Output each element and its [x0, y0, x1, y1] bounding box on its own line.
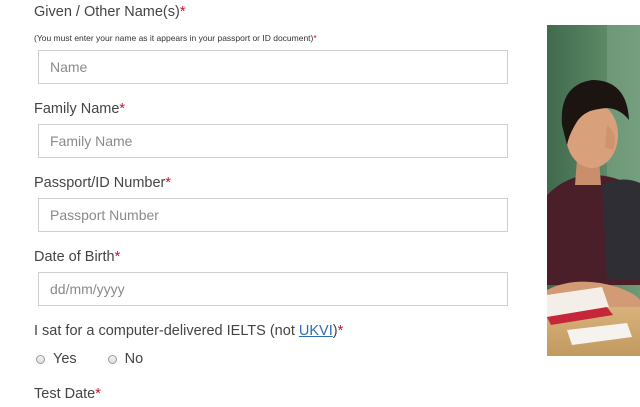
radio-button-no[interactable]	[107, 354, 117, 364]
required-asterisk: *	[337, 323, 344, 339]
ukvi-link[interactable]: UKVI	[299, 323, 333, 339]
required-asterisk: *	[179, 4, 186, 20]
student-photo	[547, 25, 640, 356]
given-name-input[interactable]	[38, 50, 508, 84]
given-name-label-text: Given / Other Name(s)	[34, 4, 180, 20]
given-name-hint-text: (You must enter your name as it appears …	[34, 33, 314, 43]
passport-number-input[interactable]	[38, 198, 508, 232]
family-name-input[interactable]	[38, 124, 508, 158]
test-date-label: Test Date*	[34, 386, 101, 402]
dob-label: Date of Birth*	[34, 249, 120, 265]
required-asterisk: *	[95, 386, 101, 402]
required-asterisk: *	[313, 33, 317, 43]
family-name-label-text: Family Name	[34, 101, 120, 117]
computer-ielts-label: I sat for a computer-delivered IELTS (no…	[34, 323, 343, 339]
family-name-label: Family Name*	[34, 101, 125, 117]
computer-ielts-radio-group: Yes No	[36, 351, 174, 367]
test-date-label-text: Test Date	[34, 386, 96, 402]
date-of-birth-input[interactable]	[38, 272, 508, 306]
required-asterisk: *	[165, 175, 172, 191]
required-asterisk: *	[114, 249, 121, 265]
dob-label-text: Date of Birth	[34, 249, 115, 265]
given-name-label: Given / Other Name(s)*	[34, 4, 186, 20]
computer-ielts-label-prefix: I sat for a computer-delivered IELTS (no…	[34, 323, 299, 339]
radio-option-yes[interactable]: Yes	[36, 351, 77, 367]
required-asterisk: *	[119, 101, 126, 117]
passport-label: Passport/ID Number*	[34, 175, 171, 191]
passport-label-text: Passport/ID Number	[34, 175, 166, 191]
radio-label-no: No	[124, 351, 144, 367]
radio-button-yes[interactable]	[36, 354, 45, 364]
radio-label-yes: Yes	[53, 351, 77, 367]
radio-option-no[interactable]: No	[107, 351, 144, 367]
given-name-hint: (You must enter your name as it appears …	[34, 33, 317, 43]
student-photo-illustration	[547, 25, 640, 356]
